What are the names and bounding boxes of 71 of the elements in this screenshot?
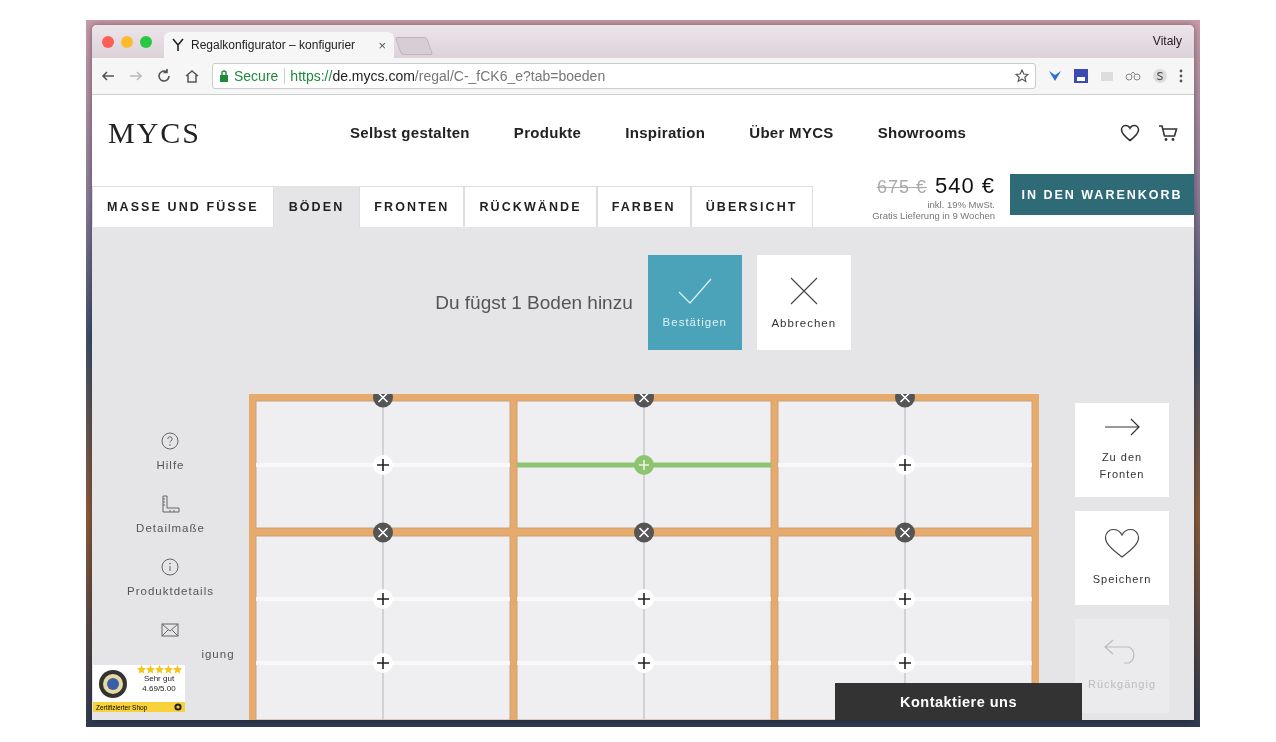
reload-icon[interactable] [156,68,172,84]
menu-icon[interactable] [1179,69,1183,83]
add-board-icon[interactable] [373,455,393,475]
step-tab[interactable]: MASSE UND FÜSSE [92,186,274,227]
step-tab[interactable]: BÖDEN [273,186,360,227]
remove-icon[interactable] [373,522,393,543]
action-button[interactable]: Speichern [1075,511,1169,605]
extension-icon[interactable] [1048,69,1062,83]
tax-note: inkl. 19% MwSt. [926,199,995,210]
add-board-icon[interactable] [634,653,654,673]
star-icon[interactable] [1015,69,1029,83]
extension-icon[interactable] [1073,68,1089,84]
rating-score: 4.69/5.00 [142,684,176,694]
lock-icon [219,70,229,82]
delivery-note: Gratis Lieferung in 9 Wochen [872,210,995,221]
check-icon [677,277,712,304]
add-board-icon[interactable] [373,589,393,609]
add-to-cart-button[interactable]: IN DEN WARENKORB [1010,174,1194,215]
cart-icon[interactable] [1158,123,1178,142]
remove-icon[interactable] [634,394,654,408]
nav-link[interactable]: Produkte [513,124,582,141]
contact-button[interactable]: Kontaktiere uns [835,683,1082,720]
sidebar-link[interactable]: igung [106,648,235,660]
step-tab[interactable]: FRONTEN [359,186,465,227]
favicon-icon [172,38,184,52]
add-board-icon[interactable] [895,455,915,475]
step-tab[interactable]: RÜCKWÄNDE [464,186,597,227]
extension-icon[interactable] [1125,70,1141,82]
heart-icon[interactable] [1120,123,1140,142]
remove-icon[interactable] [634,522,654,543]
extension-icon[interactable] [1152,68,1168,84]
nav-link[interactable]: Über MYCS [749,124,834,141]
tab-title: Regalkonfigurator – konfigurier [191,38,357,52]
arrow-right-icon [1104,417,1140,437]
tab-close-button[interactable]: × [378,37,386,53]
add-board-icon[interactable] [895,653,915,673]
help-icon[interactable] [161,432,180,450]
nav-link[interactable]: Inspiration [625,124,706,141]
step-tab[interactable]: ÜBERSICHT [690,186,813,227]
profile-name[interactable]: Vitaly [1152,34,1182,48]
sidebar-link[interactable]: Produktdetails [127,585,214,597]
status-message: Du fügst 1 Boden hinzu [435,291,633,314]
cancel-button[interactable]: Abbrechen [756,255,851,350]
url-text: https://de.mycs.com/regal/C-_fCK6_e?tab=boeden [290,68,607,84]
nav-link[interactable]: Showrooms [877,124,967,141]
ruler-icon[interactable] [161,495,180,513]
close-icon [789,276,818,305]
heart-icon [1104,528,1140,559]
secure-label: Secure [234,68,286,84]
old-price: 675 € [876,177,927,198]
mail-icon[interactable] [161,621,180,639]
remove-icon[interactable] [895,394,915,408]
rating-verdict: Sehr gut [143,674,175,684]
seal-icon [98,668,128,699]
current-price: 540 € [934,173,995,199]
address-bar[interactable]: Secure https://de.mycs.com/regal/C-_fCK6_e?tab=boeden [212,63,1036,89]
add-board-icon[interactable] [373,653,393,673]
logo[interactable]: MYCS [108,115,350,150]
remove-icon[interactable] [373,394,393,408]
info-icon[interactable] [161,558,180,576]
remove-icon[interactable] [895,522,915,543]
home-icon[interactable] [184,68,200,84]
action-button[interactable]: Zu den Fronten [1075,403,1169,497]
seal-icon [174,703,182,711]
sidebar-link[interactable]: Detailmaße [136,522,205,534]
step-tab[interactable]: FARBEN [596,186,691,227]
browser-tab[interactable]: Regalkonfigurator – konfigurier × [164,32,394,58]
sidebar-link[interactable]: Hilfe [156,459,185,471]
add-board-icon[interactable] [634,589,654,609]
nav-link[interactable]: Selbst gestalten [350,124,470,141]
add-board-icon[interactable] [895,589,915,609]
